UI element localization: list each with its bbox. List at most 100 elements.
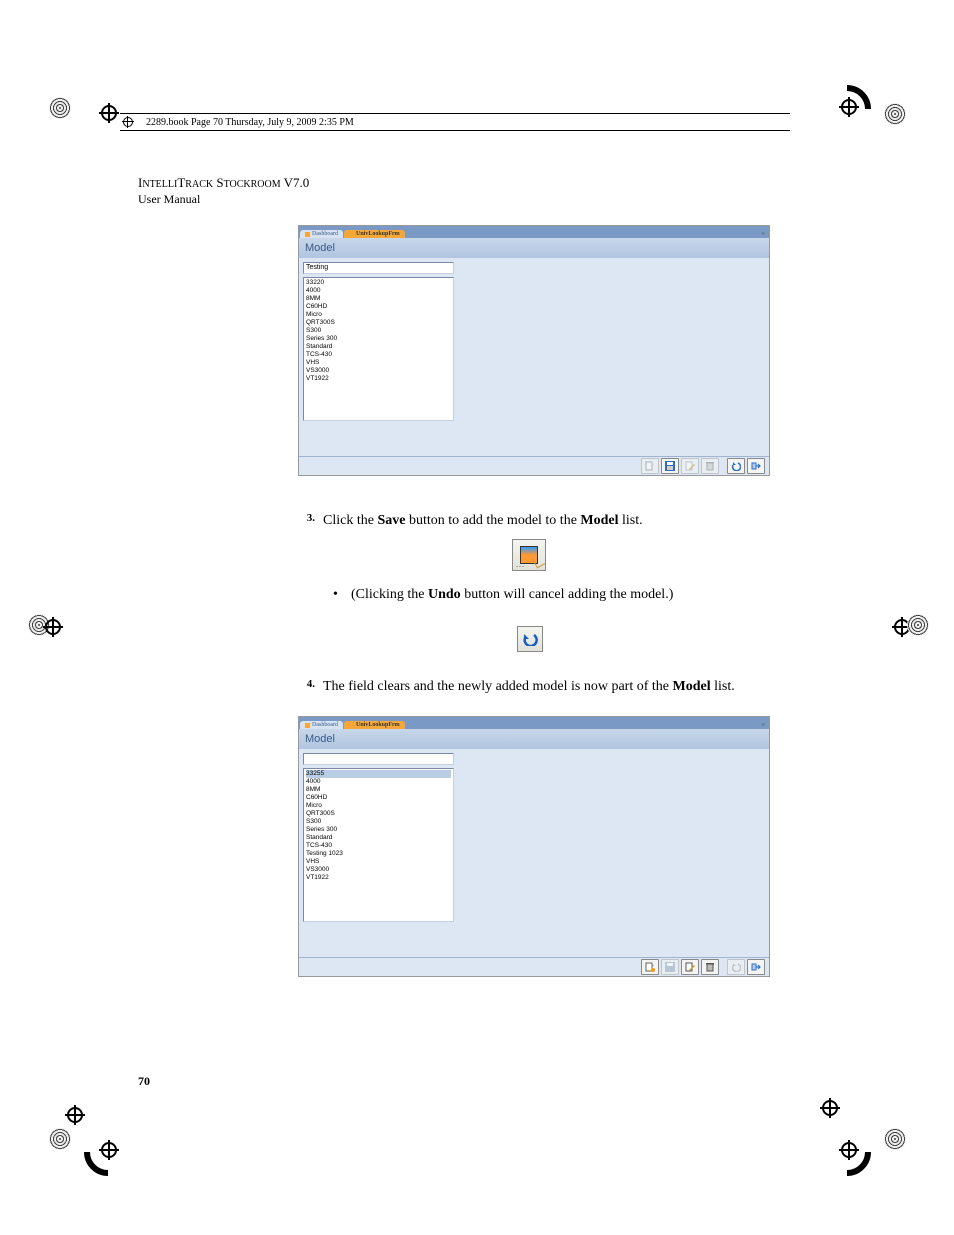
sub-bullet: • (Clicking the Undo button will cancel … — [333, 587, 783, 603]
page-cross-icon — [122, 116, 134, 128]
tab-close-icon-2[interactable]: × — [761, 721, 769, 729]
step-3-text: Click the Save button to add the model t… — [323, 512, 643, 531]
undo-icon-inline — [517, 626, 543, 652]
page-number: 70 — [138, 1074, 150, 1089]
tab-univlookup-2[interactable]: UnivLookupFrm — [344, 721, 405, 729]
delete-button-2[interactable] — [701, 959, 719, 975]
step-4-num: 4. — [293, 678, 323, 697]
list-item[interactable]: Micro — [306, 802, 451, 810]
panel-title-2: Model — [299, 729, 769, 749]
registration-cross-icon — [99, 1140, 119, 1160]
step-4-text: The field clears and the newly added mod… — [323, 678, 735, 697]
registration-cross-icon — [839, 1140, 859, 1160]
close-icon — [751, 461, 761, 471]
save-icon-inline: ... — [512, 539, 546, 571]
registration-ring-icon — [907, 614, 929, 636]
list-item[interactable]: 33220 — [306, 279, 451, 287]
model-listbox[interactable]: 3322040008MMC60HDMicroQRT300SS300Series … — [303, 277, 454, 421]
list-item[interactable]: TCS-430 — [306, 842, 451, 850]
registration-ring-icon — [49, 97, 71, 119]
ellipsis-icon: ... — [516, 560, 525, 569]
model-listbox-2[interactable]: 3325540008MMC60HDMicroQRT300SS300Series … — [303, 768, 454, 922]
bullet-dot: • — [333, 587, 351, 603]
tab-bar-2: Dashboard UnivLookupFrm × — [299, 717, 769, 729]
registration-cross-icon — [99, 103, 119, 123]
panel-title: Model — [299, 238, 769, 258]
list-item[interactable]: QRT300S — [306, 319, 451, 327]
toolbar — [299, 456, 769, 475]
save-icon-2 — [665, 962, 675, 972]
model-input[interactable]: Testing — [303, 262, 454, 274]
list-item[interactable]: 4000 — [306, 287, 451, 295]
tab-dashboard-icon — [305, 232, 310, 237]
edit-button[interactable] — [681, 458, 699, 474]
tab-univlookup[interactable]: UnivLookupFrm — [344, 230, 405, 238]
list-item[interactable]: 33255 — [306, 770, 451, 778]
screenshot-2: Dashboard UnivLookupFrm × Model 33255400… — [298, 716, 768, 977]
registration-ring-icon — [884, 103, 906, 125]
tab-dashboard-icon-2 — [305, 723, 310, 728]
registration-ring-icon — [884, 1128, 906, 1150]
registration-cross-icon — [65, 1105, 85, 1125]
list-item[interactable]: TCS-430 — [306, 351, 451, 359]
list-item[interactable]: 8MM — [306, 295, 451, 303]
list-item[interactable]: Standard — [306, 343, 451, 351]
list-item[interactable]: S300 — [306, 818, 451, 826]
edit-icon — [685, 461, 695, 471]
list-item[interactable]: 8MM — [306, 786, 451, 794]
toolbar-2 — [299, 957, 769, 976]
list-item[interactable]: Series 300 — [306, 826, 451, 834]
list-item[interactable]: Testing 1023 — [306, 850, 451, 858]
list-item[interactable]: VT1922 — [306, 375, 451, 383]
close-button[interactable] — [747, 458, 765, 474]
list-item[interactable]: VS3000 — [306, 866, 451, 874]
edit-button-2[interactable] — [681, 959, 699, 975]
model-input-2[interactable] — [303, 753, 454, 765]
delete-icon-2 — [705, 962, 715, 972]
list-item[interactable]: VS3000 — [306, 367, 451, 375]
list-item[interactable]: Micro — [306, 311, 451, 319]
undo-icon-2 — [731, 962, 741, 972]
list-item[interactable]: VHS — [306, 359, 451, 367]
undo-arrow-icon — [522, 632, 538, 646]
close-icon-2 — [751, 962, 761, 972]
save-button[interactable] — [661, 458, 679, 474]
close-button-2[interactable] — [747, 959, 765, 975]
list-item[interactable]: C60HD — [306, 794, 451, 802]
tab-dashboard-2[interactable]: Dashboard — [300, 721, 343, 729]
undo-icon — [731, 461, 741, 471]
undo-button[interactable] — [727, 458, 745, 474]
tab-univlookup-icon-2 — [349, 723, 354, 728]
tab-bar: Dashboard UnivLookupFrm × — [299, 226, 769, 238]
save-icon — [665, 461, 675, 471]
list-item[interactable]: 4000 — [306, 778, 451, 786]
step-3: 3. Click the Save button to add the mode… — [293, 512, 783, 531]
step-3-num: 3. — [293, 512, 323, 531]
list-item[interactable]: Series 300 — [306, 335, 451, 343]
new-icon — [645, 461, 655, 471]
registration-cross-icon — [820, 1098, 840, 1118]
edit-icon-2 — [685, 962, 695, 972]
tab-close-icon[interactable]: × — [761, 230, 769, 238]
tab-dashboard[interactable]: Dashboard — [300, 230, 343, 238]
new-icon-2 — [645, 962, 655, 972]
doc-title: INTELLITRACK STOCKROOM V7.0 — [138, 175, 309, 191]
list-item[interactable]: VT1922 — [306, 874, 451, 882]
save-button-2[interactable] — [661, 959, 679, 975]
bullet-text: (Clicking the Undo button will cancel ad… — [351, 587, 673, 603]
doc-subtitle: User Manual — [138, 192, 200, 207]
new-button-2[interactable] — [641, 959, 659, 975]
tab-univlookup-icon — [349, 232, 354, 237]
book-meta-line: 2289.book Page 70 Thursday, July 9, 2009… — [120, 113, 790, 131]
registration-ring-icon — [49, 1128, 71, 1150]
list-item[interactable]: S300 — [306, 327, 451, 335]
undo-button-2[interactable] — [727, 959, 745, 975]
list-item[interactable]: VHS — [306, 858, 451, 866]
screenshot-1: Dashboard UnivLookupFrm × Model Testing … — [298, 225, 768, 476]
list-item[interactable]: C60HD — [306, 303, 451, 311]
new-button[interactable] — [641, 458, 659, 474]
list-item[interactable]: QRT300S — [306, 810, 451, 818]
list-item[interactable]: Standard — [306, 834, 451, 842]
step-4: 4. The field clears and the newly added … — [293, 678, 783, 697]
delete-button[interactable] — [701, 458, 719, 474]
